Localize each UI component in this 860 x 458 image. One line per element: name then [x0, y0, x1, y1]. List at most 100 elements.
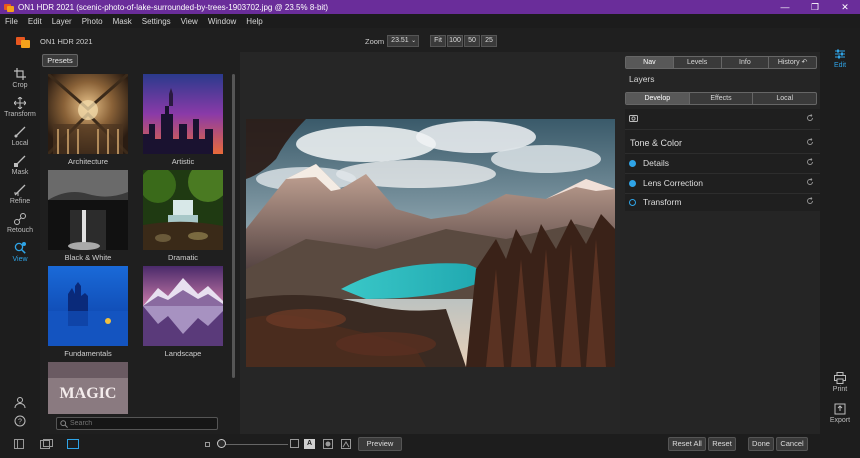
zoom-control: Zoom 23.51 ⌄ [365, 35, 420, 47]
tool-mask[interactable]: Mask [0, 155, 40, 176]
reset-icon[interactable] [806, 114, 814, 122]
tool-refine[interactable]: Refine [0, 184, 40, 205]
zoom-select[interactable]: 23.51 ⌄ [387, 35, 420, 47]
preset-landscape[interactable]: Landscape [143, 266, 223, 358]
disabled-dot-icon[interactable] [629, 198, 636, 206]
app-name: ON1 HDR 2021 [40, 37, 93, 46]
tab-info[interactable]: Info [720, 57, 769, 68]
compare-icon[interactable] [341, 439, 351, 449]
camera-icon[interactable] [629, 114, 638, 124]
panel-toggle-icon[interactable] [14, 439, 24, 449]
export-button[interactable]: Export [820, 403, 860, 424]
tab-local[interactable]: Local [752, 93, 816, 104]
menu-layer[interactable]: Layer [47, 17, 77, 26]
main-photo[interactable] [246, 119, 615, 367]
app-logo-icon [4, 3, 14, 12]
reset-icon[interactable] [806, 158, 814, 166]
tab-develop[interactable]: Develop [626, 93, 689, 104]
preset-magic-thumbnail: MAGIC [48, 362, 128, 414]
user-button[interactable] [0, 396, 40, 410]
preset-search[interactable] [56, 417, 218, 430]
zoom-fit-button[interactable]: Fit [430, 35, 446, 47]
menu-edit[interactable]: Edit [23, 17, 47, 26]
preset-artistic-thumbnail [143, 74, 223, 154]
preview-button[interactable]: Preview [358, 437, 402, 451]
tab-history[interactable]: History ↶ [768, 57, 816, 68]
tool-column: Crop Transform Local Mask Refine Retouch… [0, 28, 40, 458]
zoom-value: 23.51 [391, 37, 409, 44]
enabled-dot-icon[interactable] [629, 159, 636, 167]
undo-icon: ↶ [801, 59, 808, 66]
reset-icon[interactable] [806, 178, 814, 186]
reset-icon[interactable] [806, 197, 814, 205]
menu-settings[interactable]: Settings [137, 17, 176, 26]
filmstrip-icon[interactable] [40, 439, 54, 449]
zoom-label: Zoom [365, 36, 385, 46]
reset-all-button[interactable]: Reset All [668, 437, 706, 451]
preset-dramatic-thumbnail [143, 170, 223, 250]
preset-magic[interactable]: MAGIC [48, 362, 128, 414]
menu-mask[interactable]: Mask [108, 17, 137, 26]
presets-tab[interactable]: Presets [42, 54, 78, 67]
preset-fundamentals[interactable]: Fundamentals [48, 266, 128, 358]
auto-button[interactable]: A [304, 439, 315, 449]
lens-correction-row[interactable]: Lens Correction [625, 174, 820, 192]
preset-dramatic[interactable]: Dramatic [143, 170, 223, 262]
tool-view[interactable]: View [0, 242, 40, 263]
zoom-100-button[interactable]: 100 [447, 35, 463, 47]
tone-color-row[interactable]: Tone & Color [625, 134, 820, 152]
enabled-dot-icon[interactable] [629, 179, 636, 187]
tab-history-label: History [777, 59, 800, 66]
edit-button[interactable]: Edit [820, 48, 860, 69]
module-tabs: Develop Effects Local [625, 92, 817, 105]
tool-mask-label: Mask [11, 169, 29, 176]
tab-nav[interactable]: Nav [626, 57, 673, 68]
menu-view[interactable]: View [176, 17, 203, 26]
sliders-icon [834, 48, 846, 60]
preset-architecture[interactable]: Architecture [48, 74, 128, 166]
search-input[interactable] [70, 420, 210, 427]
export-icon [834, 403, 846, 415]
transform-row[interactable]: Transform [625, 193, 820, 211]
tool-retouch[interactable]: Retouch [0, 213, 40, 234]
large-size-icon[interactable] [290, 439, 300, 449]
help-button[interactable]: ? [0, 415, 40, 429]
preset-architecture-thumbnail [48, 74, 128, 154]
minimize-icon[interactable]: — [770, 0, 800, 14]
tool-crop[interactable]: Crop [0, 68, 40, 89]
right-panel: Nav Levels Info History ↶ Layers Develop… [620, 52, 820, 212]
print-button[interactable]: Print [820, 372, 860, 393]
mask-view-icon[interactable] [323, 439, 333, 449]
grid-view-icon[interactable] [67, 439, 79, 449]
tool-local[interactable]: Local [0, 126, 40, 147]
menu-window[interactable]: Window [203, 17, 241, 26]
preset-landscape-label: Landscape [164, 349, 202, 358]
thumbnail-size-slider[interactable] [222, 444, 288, 445]
close-icon[interactable]: ✕ [830, 0, 860, 14]
menu-help[interactable]: Help [241, 17, 267, 26]
restore-icon[interactable]: ❐ [800, 0, 830, 14]
preset-dramatic-label: Dramatic [167, 253, 198, 262]
tab-effects[interactable]: Effects [688, 93, 753, 104]
menu-file[interactable]: File [0, 17, 23, 26]
menu-photo[interactable]: Photo [77, 17, 108, 26]
zoom-50-button[interactable]: 50 [464, 35, 480, 47]
tab-levels[interactable]: Levels [672, 57, 721, 68]
develop-panel: Tone & Color Details Lens Correction Tra… [625, 109, 820, 211]
brush-icon [14, 126, 26, 138]
reset-icon[interactable] [806, 138, 814, 146]
details-row[interactable]: Details [625, 154, 820, 172]
done-button[interactable]: Done [748, 437, 774, 451]
reset-button[interactable]: Reset [708, 437, 736, 451]
preset-artistic[interactable]: Artistic [143, 74, 223, 166]
presets-scrollbar[interactable] [232, 74, 235, 378]
tool-crop-label: Crop [12, 82, 28, 89]
export-label: Export [829, 417, 851, 424]
small-size-icon[interactable] [205, 439, 211, 449]
tool-transform[interactable]: Transform [0, 96, 40, 118]
cancel-button[interactable]: Cancel [776, 437, 808, 451]
user-icon [14, 396, 26, 409]
preset-black-white[interactable]: Black & White [48, 170, 128, 262]
slider-knob[interactable] [217, 439, 226, 448]
zoom-25-button[interactable]: 25 [481, 35, 497, 47]
